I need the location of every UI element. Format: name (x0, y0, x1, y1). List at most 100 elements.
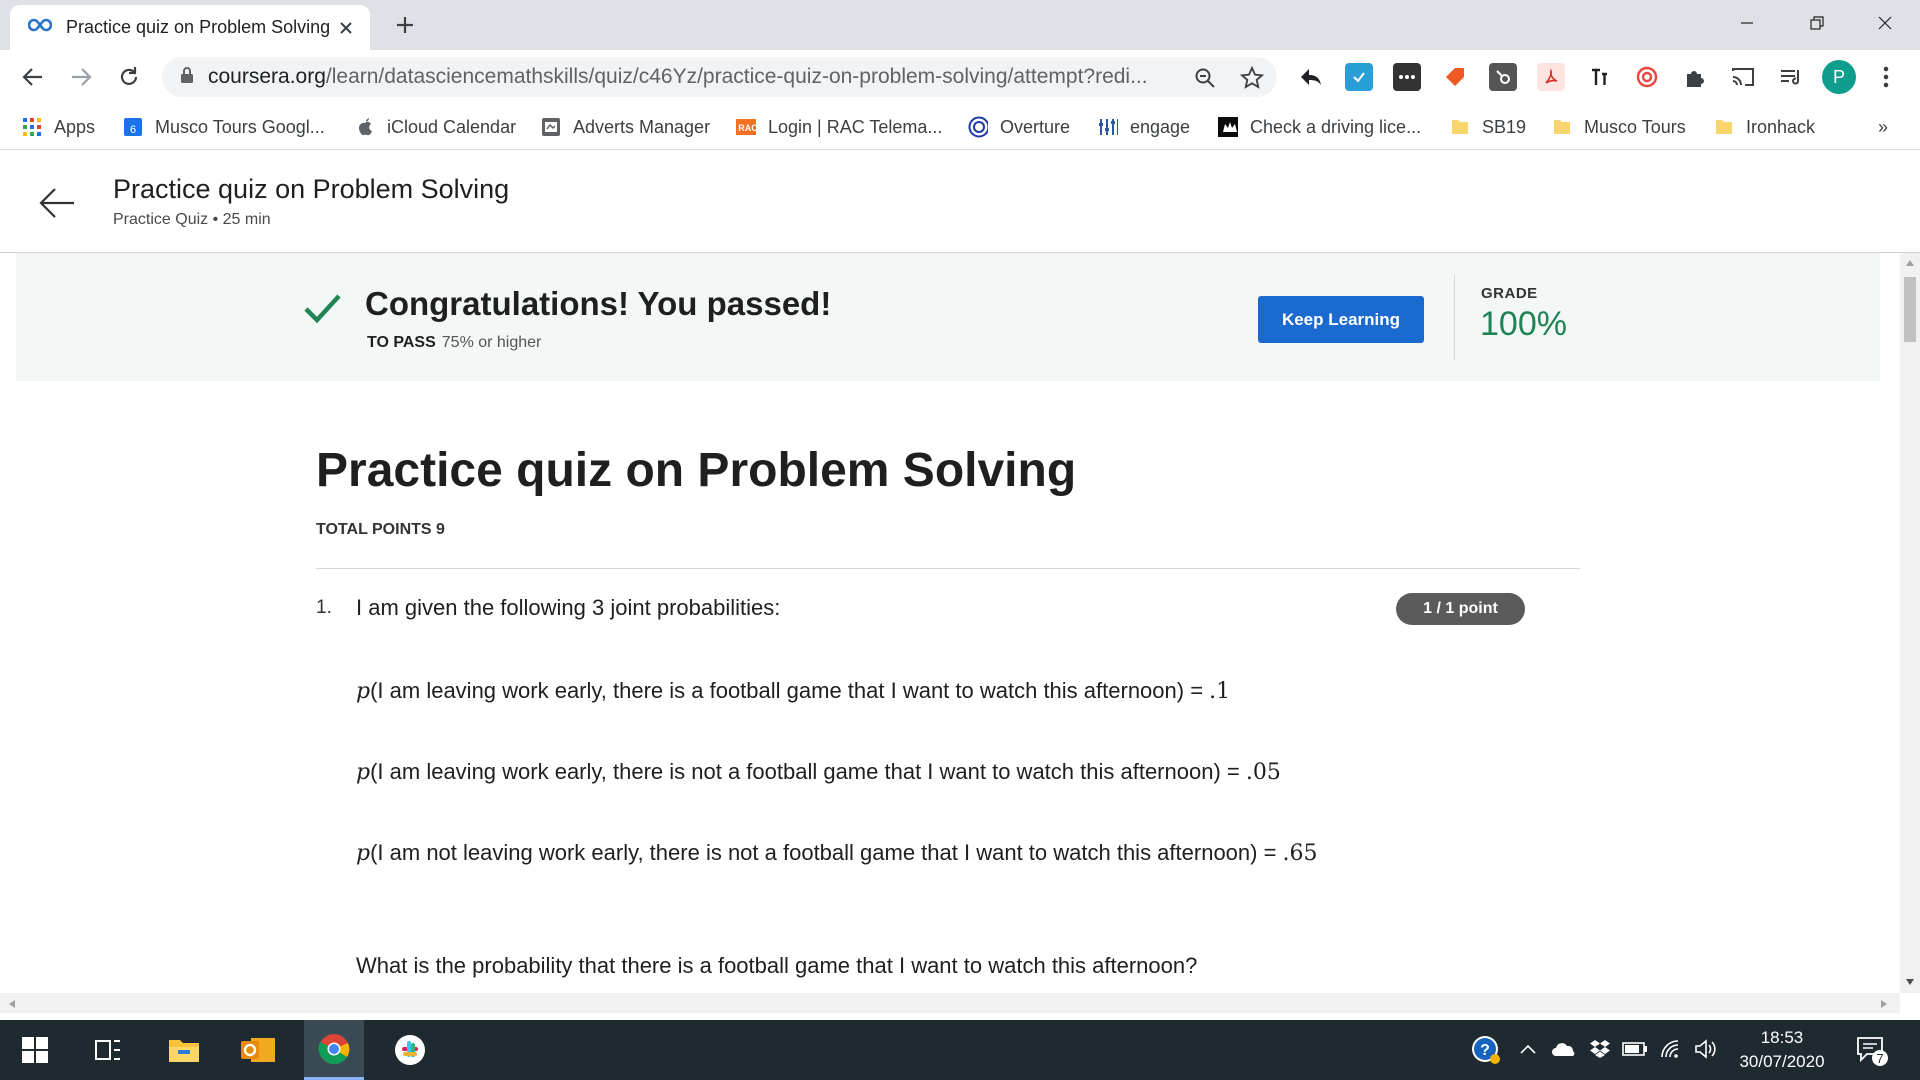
bookmark-icloud-calendar[interactable]: iCloud Calendar (355, 114, 516, 140)
notification-count: 7 (1876, 1051, 1883, 1066)
reload-icon[interactable] (112, 60, 146, 94)
reply-extension-icon[interactable] (1297, 63, 1325, 91)
address-bar[interactable]: coursera.org/learn/datasciencemathskills… (162, 57, 1277, 97)
bookmark-driving-licence[interactable]: Check a driving lice... (1218, 114, 1421, 140)
puzzle-extensions-icon[interactable] (1681, 63, 1709, 91)
forward-icon[interactable] (64, 60, 98, 94)
media-queue-icon[interactable] (1777, 63, 1805, 91)
bookmark-folder-musco-tours[interactable]: Musco Tours (1552, 114, 1686, 140)
close-window-button[interactable] (1850, 0, 1920, 45)
bookmark-label: SB19 (1482, 116, 1527, 137)
bookmark-label: engage (1130, 116, 1191, 137)
scroll-up-icon[interactable] (1905, 259, 1915, 267)
clock-date: 30/07/2020 (1739, 1052, 1825, 1071)
bookmark-label: Ironhack (1746, 116, 1816, 137)
checkmark-icon (302, 288, 342, 328)
active-tab[interactable]: Practice quiz on Problem Solving (10, 5, 370, 50)
google-calendar-icon: 6 (123, 117, 143, 137)
scroll-right-icon[interactable] (1880, 999, 1888, 1009)
outlook-icon[interactable] (228, 1020, 288, 1080)
svg-text:?: ? (1480, 1042, 1490, 1059)
folder-icon (1450, 117, 1470, 137)
grade-label: GRADE (1481, 285, 1538, 302)
dropbox-icon[interactable] (1587, 1036, 1613, 1062)
back-arrow-icon[interactable] (38, 186, 76, 220)
bookmarks-overflow-button[interactable]: » (1878, 114, 1888, 140)
url-text: coursera.org/learn/datasciencemathskills… (208, 65, 1148, 88)
back-icon[interactable] (16, 60, 50, 94)
question-text: I am given the following 3 joint probabi… (356, 595, 781, 620)
bookmark-label: Check a driving lice... (1250, 116, 1422, 137)
points-badge: 1 / 1 point (1396, 593, 1525, 625)
grade-value: 100% (1480, 305, 1567, 343)
bookmark-star-icon[interactable] (1239, 65, 1265, 91)
zoom-icon[interactable] (1192, 65, 1218, 91)
bookmark-folder-sb19[interactable]: SB19 (1450, 114, 1526, 140)
wifi-icon[interactable] (1659, 1036, 1685, 1062)
tab-title: Practice quiz on Problem Solving (66, 17, 331, 37)
windows-start-icon[interactable] (5, 1020, 65, 1080)
bookmark-apps[interactable]: Apps (22, 114, 95, 140)
chrome-taskbar-icon[interactable] (304, 1020, 364, 1080)
bookmark-rac-login[interactable]: RAC Login | RAC Telema... (736, 114, 942, 140)
bookmark-adverts-manager[interactable]: Adverts Manager (541, 114, 710, 140)
bookmark-overture[interactable]: Overture (968, 114, 1070, 140)
help-tray-icon[interactable]: ? (1470, 1034, 1502, 1066)
horizontal-scrollbar[interactable] (0, 993, 1900, 1013)
section-divider (316, 568, 1580, 569)
system-clock[interactable]: 18:53 30/07/2020 (1722, 1026, 1842, 1074)
tab-bar: Practice quiz on Problem Solving (0, 0, 1920, 50)
vertical-scrollbar[interactable] (1900, 253, 1920, 993)
total-points: TOTAL POINTS 9 (316, 521, 445, 538)
slack-icon[interactable] (380, 1020, 440, 1080)
dots-extension-icon[interactable] (1393, 63, 1421, 91)
cast-icon[interactable] (1729, 63, 1757, 91)
volume-icon[interactable] (1693, 1036, 1719, 1062)
clock-time: 18:53 (1760, 1028, 1804, 1047)
chevron-up-icon[interactable] (1515, 1036, 1541, 1062)
minimize-button[interactable] (1712, 0, 1782, 45)
tag-extension-icon[interactable] (1441, 63, 1469, 91)
restore-button[interactable] (1782, 0, 1852, 45)
file-explorer-icon[interactable] (154, 1020, 214, 1080)
checkbox-extension-icon[interactable] (1345, 63, 1373, 91)
bookmark-engage[interactable]: engage (1098, 114, 1190, 140)
profile-avatar[interactable]: P (1822, 60, 1856, 94)
keep-learning-button[interactable]: Keep Learning (1258, 296, 1424, 343)
bookmark-label: Musco Tours (1584, 116, 1686, 137)
svg-text:RAC: RAC (738, 123, 756, 133)
rac-icon: RAC (736, 117, 756, 137)
tab-close-icon[interactable] (334, 16, 358, 40)
pdf-extension-icon[interactable] (1537, 63, 1565, 91)
new-tab-button[interactable] (390, 10, 420, 40)
scroll-down-icon[interactable] (1905, 978, 1915, 986)
onedrive-icon[interactable] (1551, 1036, 1577, 1062)
bookmark-folder-ironhack[interactable]: Ironhack (1714, 114, 1815, 140)
quiz-content: Congratulations! You passed! TO PASS 75% … (0, 253, 1900, 993)
task-view-icon[interactable] (78, 1020, 138, 1080)
hubspot-extension-icon[interactable] (1489, 63, 1517, 91)
swirl-extension-icon[interactable] (1633, 63, 1661, 91)
font-extension-icon[interactable] (1585, 63, 1613, 91)
bookmark-label: Musco Tours Googl... (155, 116, 325, 137)
gov-crown-icon (1218, 117, 1238, 137)
scrollbar-thumb[interactable] (1904, 277, 1916, 342)
battery-icon[interactable] (1622, 1036, 1648, 1062)
lock-icon (180, 66, 194, 89)
browser-toolbar: coursera.org/learn/datasciencemathskills… (0, 50, 1920, 104)
bookmarks-bar: Apps 6 Musco Tours Googl... iCloud Calen… (0, 104, 1920, 150)
notifications-icon[interactable]: 7 (1855, 1034, 1889, 1066)
engage-icon (1098, 117, 1118, 137)
scroll-left-icon[interactable] (8, 999, 16, 1009)
bookmark-musco-tours-google[interactable]: 6 Musco Tours Googl... (123, 114, 325, 140)
probability-statement: p(I am leaving work early, there is a fo… (356, 678, 1231, 704)
quiz-title: Practice quiz on Problem Solving (316, 444, 1077, 497)
question-prompt: What is the probability that there is a … (356, 953, 1198, 978)
bookmark-label: iCloud Calendar (387, 116, 517, 137)
pass-title: Congratulations! You passed! (365, 285, 832, 322)
question-number: 1. (316, 597, 332, 618)
to-pass-line: TO PASS 75% or higher (367, 334, 541, 352)
probability-statement: p(I am leaving work early, there is not … (356, 759, 1281, 785)
menu-kebab-icon[interactable] (1872, 63, 1900, 91)
bookmark-label: Overture (1000, 116, 1071, 137)
